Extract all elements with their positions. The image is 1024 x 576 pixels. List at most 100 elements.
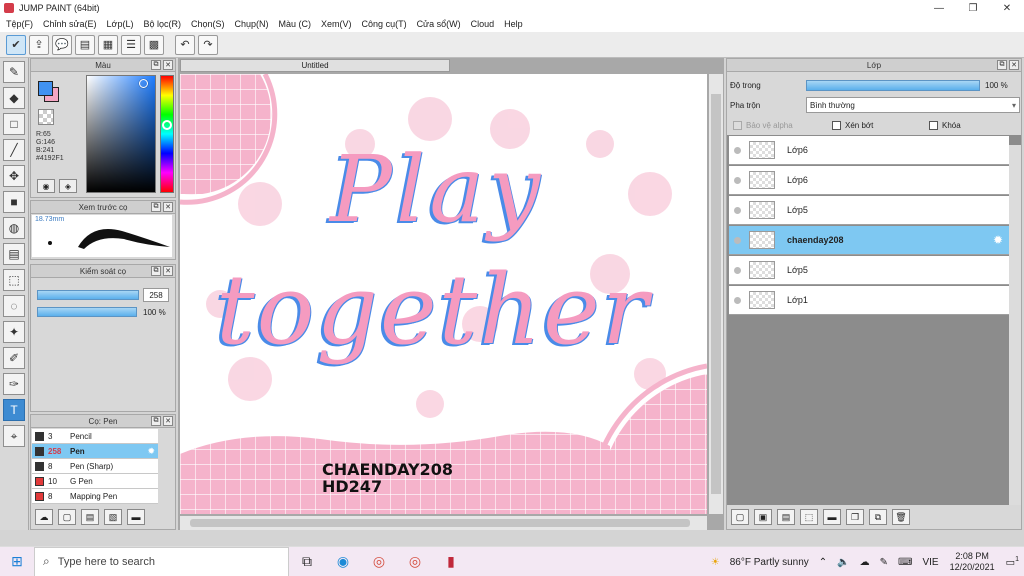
- panel-float-icon[interactable]: ⧉: [151, 416, 161, 426]
- menu-capture[interactable]: Chụp(N): [235, 19, 269, 29]
- menu-help[interactable]: Help: [504, 19, 523, 29]
- vertical-scroll-thumb[interactable]: [711, 94, 721, 494]
- redo-icon[interactable]: ↷: [198, 34, 218, 55]
- lock-checkbox[interactable]: [929, 121, 938, 130]
- speaker-icon[interactable]: 🔈: [837, 557, 849, 568]
- message-icon[interactable]: ▤: [75, 34, 95, 55]
- fill-rect-tool-icon[interactable]: ■: [3, 191, 25, 213]
- panel-float-icon[interactable]: ⧉: [151, 202, 161, 212]
- menu-layer[interactable]: Lớp(L): [107, 19, 134, 29]
- lasso-tool-icon[interactable]: ◌: [3, 295, 25, 317]
- comment-icon[interactable]: 💬: [52, 34, 72, 55]
- new-8bit-layer-icon[interactable]: ▤: [777, 509, 795, 525]
- hue-slider[interactable]: [160, 75, 174, 193]
- hue-handle[interactable]: [162, 120, 172, 130]
- line-tool-icon[interactable]: ╱: [3, 139, 25, 161]
- close-button[interactable]: ✕: [990, 0, 1024, 16]
- visibility-icon[interactable]: [734, 206, 741, 214]
- select-rect-tool-icon[interactable]: ⬚: [3, 269, 25, 291]
- move-tool-icon[interactable]: ✥: [3, 165, 25, 187]
- new-layer-icon[interactable]: ▢: [731, 509, 749, 525]
- jump-paint-taskbar-icon[interactable]: ▮: [433, 547, 469, 576]
- layer-row[interactable]: Lớp5: [729, 196, 1009, 225]
- color-history-icon[interactable]: ◈: [59, 179, 77, 193]
- brush-item-pen[interactable]: 258 Pen ✹: [32, 444, 158, 459]
- select-eraser-tool-icon[interactable]: ✑: [3, 373, 25, 395]
- document-icon[interactable]: ▦: [98, 34, 118, 55]
- picker-cursor[interactable]: [139, 79, 148, 88]
- visibility-icon[interactable]: [734, 236, 741, 244]
- brush-item-pencil[interactable]: 3 Pencil: [32, 429, 158, 444]
- menu-filter[interactable]: Bộ lọc(R): [143, 19, 181, 29]
- cloud-check-icon[interactable]: ✔: [6, 34, 26, 55]
- panel-float-icon[interactable]: ⧉: [997, 60, 1007, 70]
- undo-icon[interactable]: ↶: [175, 34, 195, 55]
- export-icon[interactable]: ⇪: [29, 34, 49, 55]
- new-halftone-layer-icon[interactable]: ▣: [754, 509, 772, 525]
- menu-file[interactable]: Tệp(F): [6, 19, 33, 29]
- edge-browser-icon[interactable]: ◉: [325, 547, 361, 576]
- brush-size-slider[interactable]: [37, 290, 139, 300]
- brush-size-field[interactable]: 258: [143, 288, 169, 302]
- layer-opacity-slider[interactable]: [806, 80, 980, 91]
- eraser-tool-icon[interactable]: ◆: [3, 87, 25, 109]
- panel-close-icon[interactable]: ✕: [163, 416, 173, 426]
- menu-view[interactable]: Xem(V): [321, 19, 352, 29]
- rectangle-tool-icon[interactable]: □: [3, 113, 25, 135]
- weather-icon[interactable]: ☀: [711, 557, 720, 568]
- chrome-icon[interactable]: ◎: [361, 547, 397, 576]
- visibility-icon[interactable]: [734, 176, 741, 184]
- panel-float-icon[interactable]: ⧉: [151, 60, 161, 70]
- protect-alpha-option[interactable]: Bảo vệ alpha: [733, 121, 793, 130]
- menu-tools[interactable]: Công cụ(T): [362, 19, 407, 29]
- visibility-icon[interactable]: [734, 296, 741, 304]
- new-brush-icon[interactable]: ▢: [58, 509, 76, 525]
- menu-color[interactable]: Màu (C): [279, 19, 312, 29]
- clipping-checkbox[interactable]: [832, 121, 841, 130]
- gear-icon[interactable]: ✹: [993, 233, 1003, 247]
- layer-row[interactable]: Lớp1: [729, 286, 1009, 315]
- panel-close-icon[interactable]: ✕: [163, 202, 173, 212]
- maximize-button[interactable]: ❐: [956, 0, 990, 16]
- transparent-swatch[interactable]: [38, 109, 54, 125]
- chrome-profile-icon[interactable]: ◎: [397, 547, 433, 576]
- list-icon[interactable]: ☰: [121, 34, 141, 55]
- trash-icon[interactable]: 🗑: [892, 509, 910, 525]
- brush-item-pen-sharp[interactable]: 8 Pen (Sharp): [32, 459, 158, 474]
- new-shape-icon[interactable]: ⬚: [800, 509, 818, 525]
- network-icon[interactable]: ☁: [860, 557, 870, 568]
- brush-opacity-slider[interactable]: [37, 307, 137, 317]
- menu-cloud[interactable]: Cloud: [471, 19, 495, 29]
- menu-edit[interactable]: Chỉnh sửa(E): [43, 19, 97, 29]
- input-language[interactable]: VIE: [922, 557, 938, 568]
- copy-layer-icon[interactable]: ❐: [846, 509, 864, 525]
- brush-settings-icon[interactable]: ▧: [104, 509, 122, 525]
- lock-option[interactable]: Khóa: [929, 121, 961, 130]
- brush-menu-icon[interactable]: ▤: [81, 509, 99, 525]
- merge-layer-icon[interactable]: ⧉: [869, 509, 887, 525]
- layer-list-scrollbar[interactable]: [1009, 145, 1021, 505]
- blend-mode-select[interactable]: Bình thường ▾: [806, 97, 1020, 113]
- panel-close-icon[interactable]: ✕: [163, 60, 173, 70]
- layer-row[interactable]: Lớp5: [729, 256, 1009, 285]
- brush-item-g-pen[interactable]: 10 G Pen: [32, 474, 158, 489]
- chevron-up-icon[interactable]: ⌃: [819, 557, 827, 568]
- layer-row[interactable]: Lớp6: [729, 136, 1009, 165]
- windows-start-icon[interactable]: ⊞: [0, 547, 34, 576]
- artwork-canvas[interactable]: Play together CHAENDAY208 HD247: [180, 74, 707, 514]
- notification-icon[interactable]: ▭1: [1006, 556, 1019, 568]
- visibility-icon[interactable]: [734, 266, 741, 274]
- brush-tool-icon[interactable]: ✎: [3, 61, 25, 83]
- folder-icon[interactable]: ▬: [823, 509, 841, 525]
- menu-window[interactable]: Cửa sổ(W): [417, 19, 461, 29]
- layer-row-selected[interactable]: chaenday208 ✹: [729, 226, 1009, 255]
- bucket-tool-icon[interactable]: ◍: [3, 217, 25, 239]
- brush-item-mapping-pen[interactable]: 8 Mapping Pen: [32, 489, 158, 504]
- document-tab[interactable]: Untitled: [180, 59, 450, 72]
- clipping-option[interactable]: Xén bớt: [832, 121, 873, 130]
- taskbar-search[interactable]: ⌕ Type here to search: [34, 546, 289, 576]
- weather-text[interactable]: 86°F Partly sunny: [730, 557, 809, 568]
- select-pen-tool-icon[interactable]: ✐: [3, 347, 25, 369]
- horizontal-scroll-thumb[interactable]: [190, 519, 690, 527]
- minimize-button[interactable]: —: [922, 0, 956, 16]
